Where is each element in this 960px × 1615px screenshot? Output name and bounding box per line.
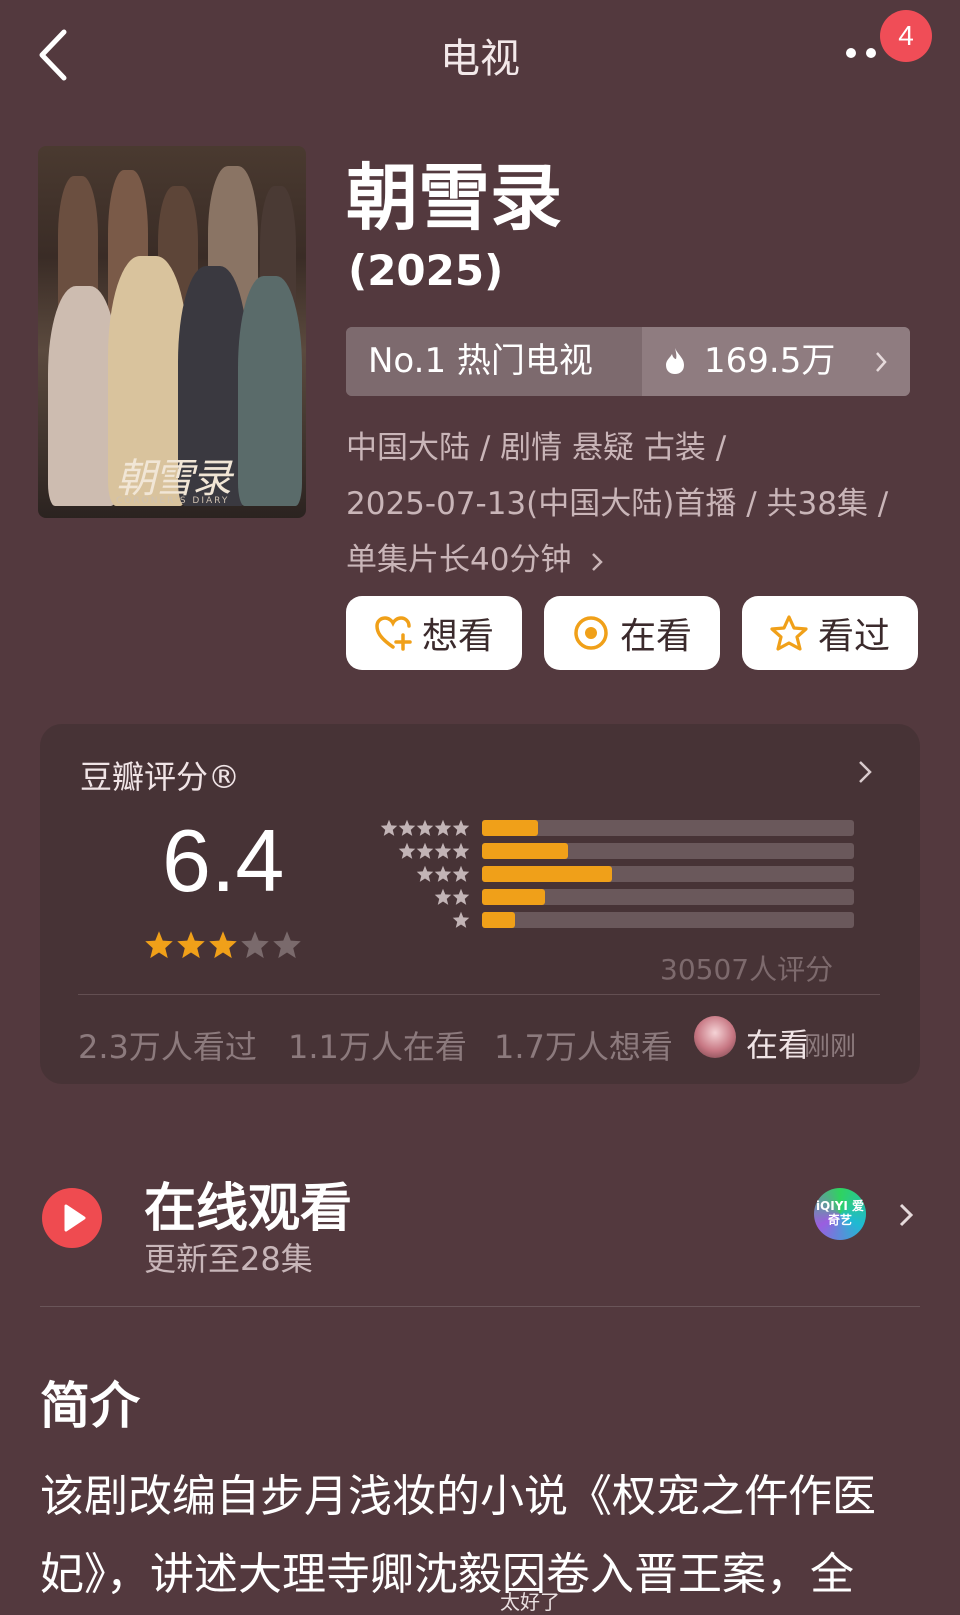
online-watch-title[interactable]: 在线观看 (144, 1166, 352, 1241)
small-star-icon (416, 819, 434, 836)
star-filled-icon (209, 931, 237, 959)
small-star-icon (398, 842, 416, 859)
rating-bar-fill (482, 843, 568, 859)
stat-want: 1.7万人想看 (494, 1028, 673, 1066)
rating-bar-row (332, 842, 854, 860)
watching-label: 在看 (619, 616, 692, 657)
star-outline-icon (770, 615, 808, 651)
small-star-icon (452, 819, 470, 836)
heat-indicator: 169.5万 (642, 327, 910, 396)
rating-bar-row (332, 888, 854, 906)
bar-stars (398, 842, 470, 860)
small-star-icon (398, 819, 416, 836)
watching-button[interactable]: 在看 (544, 596, 720, 670)
star-empty-icon (273, 931, 301, 959)
small-star-icon (452, 865, 470, 882)
heart-plus-icon (375, 616, 412, 651)
chevron-right-icon[interactable] (898, 1202, 914, 1228)
target-icon (574, 616, 608, 650)
watched-label: 看过 (817, 616, 890, 657)
rating-bar-row (332, 819, 854, 837)
meta-region-genre: 中国大陆 / 剧情 悬疑 古装 / (346, 430, 727, 466)
star-empty-icon (241, 931, 269, 959)
bar-stars (416, 865, 470, 883)
friend-avatar[interactable] (694, 1016, 736, 1058)
small-star-icon (434, 819, 452, 836)
rating-bar-fill (482, 889, 546, 905)
friend-time: 刚刚 (804, 1032, 857, 1062)
flame-icon (666, 348, 684, 374)
intro-text: 该剧改编自步月浅妆的小说《权宠之仵作医妃》，讲述大理寺卿沈毅因卷入晋王案，全 (40, 1471, 876, 1600)
friend-status: 在看 (746, 1026, 811, 1064)
chevron-right-icon (876, 352, 887, 372)
rank-banner[interactable]: No.1 热门电视 169.5万 (346, 327, 910, 396)
page-title: 电视 (440, 36, 520, 82)
rating-bar-track (482, 866, 854, 882)
small-star-icon (452, 842, 470, 859)
watched-button[interactable]: 看过 (742, 596, 918, 670)
rating-bar-track (482, 912, 854, 928)
more-dot-icon (846, 48, 856, 58)
rating-label: 豆瓣评分® (80, 758, 241, 796)
poster-image[interactable]: 朝雪录 CORONER'S DIARY (38, 146, 306, 518)
notification-badge[interactable]: 4 (880, 10, 932, 62)
meta-premiere: 2025-07-13(中国大陆)首播 / 共38集 / (346, 486, 889, 522)
divider (78, 994, 880, 995)
rating-bar-row (332, 911, 854, 929)
rating-card[interactable]: 豆瓣评分® 6.4 30507人评分 2.3万人看过 1.1万人在看 1.7万人… (40, 724, 920, 1084)
rating-bar-fill (482, 912, 516, 928)
vote-count: 30507人评分 (660, 953, 834, 986)
rating-bar-fill (482, 820, 538, 836)
rating-bar-track (482, 843, 854, 859)
small-star-icon (434, 865, 452, 882)
heat-value: 169.5万 (704, 341, 836, 381)
rating-bar-fill (482, 866, 613, 882)
rating-bar-track (482, 820, 854, 836)
small-star-icon (380, 819, 398, 836)
rank-label: No.1 热门电视 (346, 327, 642, 396)
small-star-icon (434, 888, 452, 905)
star-filled-icon (145, 931, 173, 959)
small-star-icon (416, 865, 434, 882)
want-label: 想看 (421, 616, 494, 657)
divider (40, 1306, 920, 1307)
small-star-icon (452, 911, 470, 928)
movie-title: 朝雪录 (346, 156, 563, 240)
watermark-text: 太好了 (500, 1590, 560, 1614)
bar-stars (452, 911, 470, 929)
small-star-icon (434, 842, 452, 859)
iqiyi-logo[interactable]: iQIYI 爱奇艺 (814, 1188, 866, 1240)
more-dot-icon (866, 48, 876, 58)
meta-duration: 单集片长40分钟 (346, 542, 572, 578)
bar-stars (380, 819, 470, 837)
chevron-right-icon (592, 552, 604, 571)
small-star-icon (416, 842, 434, 859)
want-to-watch-button[interactable]: 想看 (346, 596, 522, 670)
intro-heading: 简介 (40, 1377, 140, 1435)
score-stars (144, 930, 302, 960)
chevron-right-icon (859, 761, 872, 783)
poster-subtitle: CORONER'S DIARY (116, 496, 230, 506)
play-button[interactable] (42, 1188, 102, 1248)
bar-stars (434, 888, 470, 906)
stat-watched: 2.3万人看过 (78, 1028, 257, 1066)
rating-score: 6.4 (162, 811, 285, 910)
meta-duration-link[interactable]: 单集片长40分钟 (346, 534, 604, 579)
rating-bar-row (332, 865, 854, 883)
rating-bar-track (482, 889, 854, 905)
stat-watching: 1.1万人在看 (288, 1028, 467, 1066)
small-star-icon (452, 888, 470, 905)
movie-year: (2025) (348, 246, 504, 295)
star-filled-icon (177, 931, 205, 959)
online-watch-subtitle: 更新至28集 (144, 1240, 313, 1278)
play-icon (64, 1204, 86, 1232)
